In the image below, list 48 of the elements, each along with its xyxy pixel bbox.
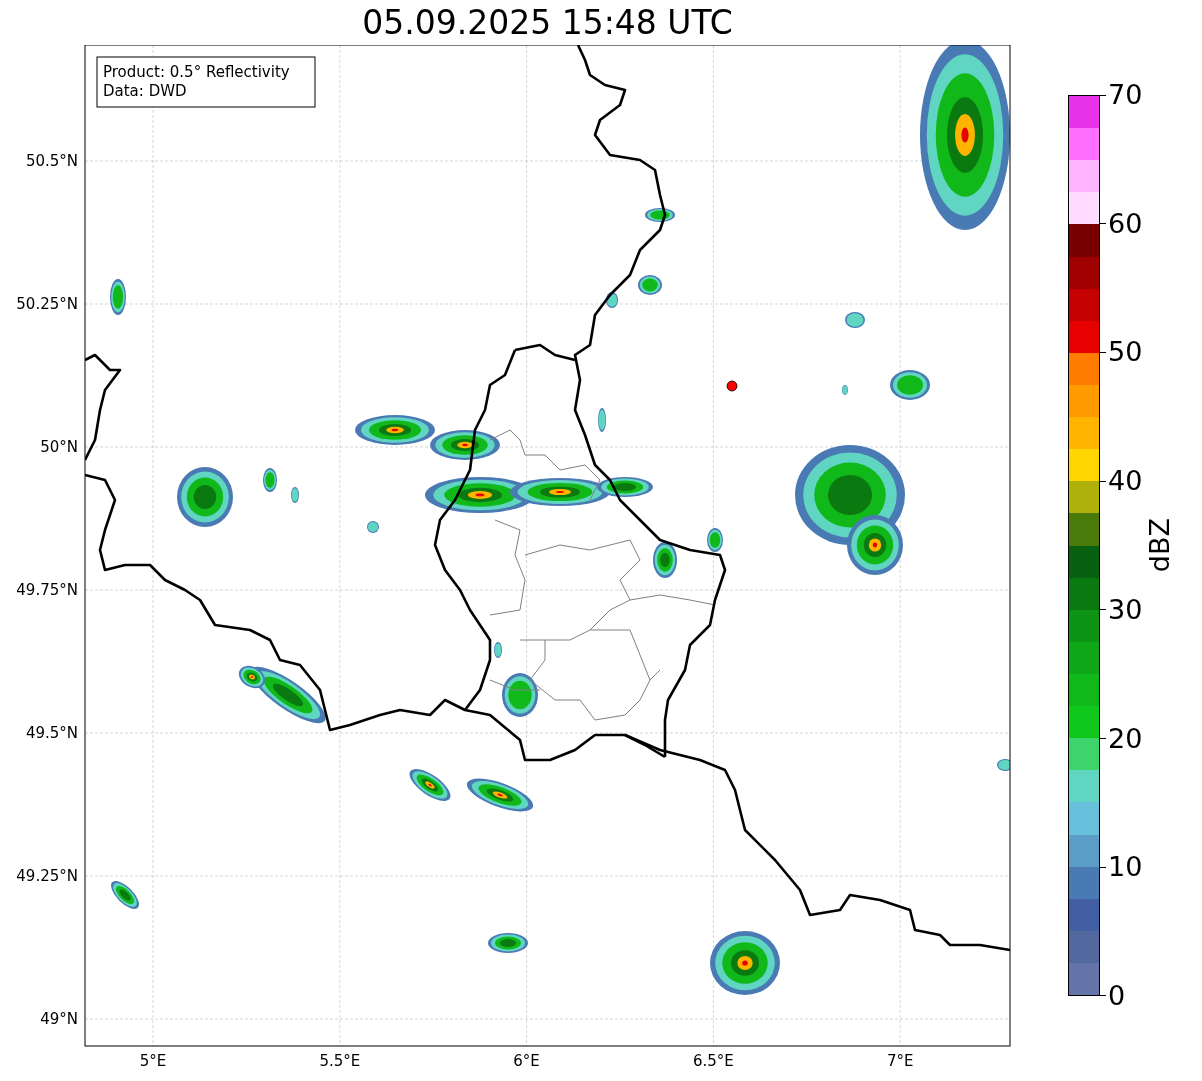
radar-echo (494, 642, 502, 658)
colorbar-tick: 50 (1108, 336, 1143, 369)
latitude-label: 49.75°N (16, 581, 78, 599)
colorbar-tick: 0 (1108, 979, 1126, 1012)
radar-echo (845, 312, 865, 328)
radar-echo (466, 778, 534, 812)
colorbar-tick: 20 (1108, 722, 1143, 755)
radar-echo (430, 430, 500, 460)
colorbar-label: dBZ (1144, 518, 1177, 573)
radar-echo (177, 467, 233, 527)
radar-echo (638, 275, 662, 295)
radar-echo (645, 208, 675, 222)
radar-echo (263, 468, 277, 492)
colorbar-tick: 60 (1108, 207, 1143, 240)
latitude-label: 50.25°N (16, 295, 78, 313)
radar-echo (409, 769, 451, 801)
radar-echo (707, 528, 723, 552)
radar-echo (710, 931, 780, 995)
radar-echo (367, 521, 379, 533)
info-text: Product: 0.5° Reflectivity (103, 63, 290, 81)
colorbar-tick: 40 (1108, 465, 1143, 498)
latitude-label: 49°N (40, 1010, 78, 1028)
radar-echo (111, 881, 139, 909)
latitude-label: 50°N (40, 438, 78, 456)
map-title: 05.09.2025 15:48 UTC (362, 2, 733, 43)
location-marker (726, 380, 738, 392)
longitude-label: 5°E (139, 1052, 167, 1070)
radar-echo (502, 673, 538, 717)
longitude-label: 6.5°E (693, 1052, 734, 1070)
longitude-label: 6°E (513, 1052, 540, 1070)
latitude-label: 50.5°N (25, 152, 78, 170)
radar-echo (653, 542, 677, 578)
radar-echo (842, 385, 848, 395)
radar-echo (606, 292, 618, 308)
radar-echo (488, 933, 528, 953)
info-text: Data: DWD (103, 82, 187, 100)
radar-echo (598, 408, 606, 432)
radar-echo (110, 279, 126, 315)
radar-echo (291, 487, 299, 503)
longitude-label: 5.5°E (319, 1052, 361, 1070)
colorbar-tick: 70 (1108, 79, 1143, 111)
colorbar-tick: 30 (1108, 593, 1143, 626)
radar-echo (890, 370, 930, 400)
colorbar-tick: 10 (1108, 851, 1143, 884)
radar-echo (997, 759, 1010, 771)
latitude-label: 49.5°N (25, 724, 78, 742)
longitude-label: 7°E (886, 1052, 914, 1070)
latitude-label: 49.25°N (16, 867, 78, 885)
